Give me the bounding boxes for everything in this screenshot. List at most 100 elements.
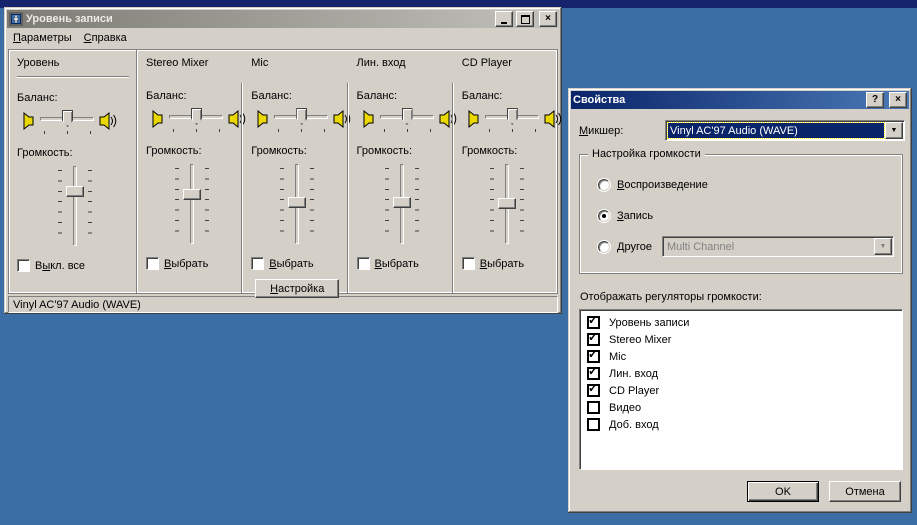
slider-ticks	[520, 168, 524, 241]
radio-label: Другое	[617, 241, 652, 253]
balance-control	[357, 106, 448, 132]
slider-ticks	[173, 129, 174, 132]
volume-track[interactable]	[73, 166, 77, 246]
item-checkbox[interactable]: ✓	[587, 401, 600, 414]
list-item[interactable]: ✓ Уровень записи	[580, 314, 902, 331]
ok-button[interactable]: OK	[747, 481, 819, 502]
divider	[17, 76, 129, 78]
status-bar: Vinyl AC'97 Audio (WAVE)	[8, 296, 558, 313]
radio-playback[interactable]	[598, 179, 610, 191]
item-checkbox[interactable]: ✓	[587, 384, 600, 397]
check-icon: ✓	[588, 364, 598, 378]
balance-slider[interactable]	[379, 106, 435, 132]
balance-slider[interactable]	[39, 108, 95, 134]
maximize-button[interactable]	[516, 11, 534, 27]
volume-slider[interactable]	[53, 165, 97, 247]
checkbox-label: Выбрать	[375, 258, 419, 270]
radio-recording[interactable]	[598, 210, 610, 222]
volume-control-icon	[9, 12, 23, 26]
configure-button[interactable]: Настройка	[255, 279, 339, 298]
item-checkbox[interactable]: ✓	[587, 367, 600, 380]
volume-label: Громкость:	[17, 147, 132, 160]
volume-thumb[interactable]	[183, 189, 201, 200]
list-item[interactable]: ✓ Лин. вход	[580, 365, 902, 382]
volume-slider[interactable]	[170, 163, 214, 245]
list-item[interactable]: ✓ Mic	[580, 348, 902, 365]
volume-label: Громкость:	[146, 145, 237, 158]
recording-window-titlebar[interactable]: Уровень записи ×	[7, 10, 559, 28]
item-checkbox[interactable]: ✓	[587, 418, 600, 431]
mixer-label: Микшер:	[579, 125, 661, 137]
checkbox-label: Выбрать	[269, 258, 313, 270]
volume-thumb[interactable]	[498, 198, 516, 209]
volume-slider[interactable]	[380, 163, 424, 245]
minimize-icon	[501, 22, 507, 24]
volume-thumb[interactable]	[393, 197, 411, 208]
item-label: Stereo Mixer	[609, 334, 671, 346]
item-label: Уровень записи	[609, 317, 689, 329]
help-icon: ?	[872, 95, 878, 105]
balance-thumb[interactable]	[402, 108, 413, 125]
select-checkbox[interactable]	[251, 257, 264, 270]
balance-thumb[interactable]	[507, 108, 518, 125]
mixer-selected-value: Vinyl AC'97 Audio (WAVE)	[668, 123, 884, 138]
channel-stereo-mixer: Stereo Mixer Баланс: Громкость:	[138, 50, 241, 293]
dialog-title: Свойства	[573, 94, 863, 106]
balance-thumb[interactable]	[191, 108, 202, 125]
radio-label: Запись	[617, 210, 653, 222]
slider-ticks	[489, 129, 490, 132]
menu-parameters[interactable]: Параметры	[7, 30, 78, 46]
minimize-button[interactable]	[495, 11, 513, 27]
volume-slider[interactable]	[275, 163, 319, 245]
list-item[interactable]: ✓ CD Player	[580, 382, 902, 399]
balance-control	[462, 106, 553, 132]
show-controls-label: Отображать регуляторы громкости:	[580, 291, 901, 304]
check-icon: ✓	[588, 381, 598, 395]
other-mixer-value: Multi Channel	[665, 239, 873, 254]
checkbox-label: Выбрать	[164, 258, 208, 270]
slider-ticks	[385, 168, 389, 241]
select-checkbox[interactable]	[357, 257, 370, 270]
slider-ticks	[280, 168, 284, 241]
recording-level-window: Уровень записи × Параметры Справка Урове…	[4, 7, 562, 314]
menu-help[interactable]: Справка	[78, 30, 133, 46]
help-button[interactable]: ?	[866, 92, 884, 108]
volume-thumb[interactable]	[288, 197, 306, 208]
volume-label: Громкость:	[462, 145, 553, 158]
list-item[interactable]: ✓ Stereo Mixer	[580, 331, 902, 348]
close-button[interactable]: ×	[539, 11, 557, 27]
select-checkbox[interactable]	[462, 257, 475, 270]
speaker-right-icon	[97, 111, 117, 131]
dropdown-button[interactable]: ▼	[885, 122, 903, 139]
volume-label: Громкость:	[251, 145, 342, 158]
item-label: Mic	[609, 351, 626, 363]
volume-track[interactable]	[190, 164, 194, 244]
mute-all-checkbox[interactable]	[17, 259, 30, 272]
cancel-button[interactable]: Отмена	[829, 481, 901, 502]
select-checkbox[interactable]	[146, 257, 159, 270]
radio-other[interactable]	[598, 241, 610, 253]
volume-thumb[interactable]	[66, 186, 84, 197]
channel-mic: Mic Баланс: Громкость:	[243, 50, 346, 293]
properties-titlebar[interactable]: Свойства ? ×	[571, 91, 909, 109]
balance-slider[interactable]	[484, 106, 540, 132]
slider-ticks	[58, 170, 62, 243]
mixer-combobox[interactable]: Vinyl AC'97 Audio (WAVE) ▼	[665, 120, 905, 141]
item-checkbox[interactable]: ✓	[587, 350, 600, 363]
item-checkbox[interactable]: ✓	[587, 316, 600, 329]
list-item[interactable]: ✓ Видео	[580, 399, 902, 416]
item-checkbox[interactable]: ✓	[587, 333, 600, 346]
close-button[interactable]: ×	[889, 92, 907, 108]
speaker-left-icon	[462, 109, 482, 129]
volume-slider[interactable]	[485, 163, 529, 245]
list-item[interactable]: ✓ Доб. вход	[580, 416, 902, 433]
balance-label: Баланс:	[462, 90, 553, 103]
balance-thumb[interactable]	[62, 110, 73, 127]
balance-slider[interactable]	[273, 106, 329, 132]
balance-slider[interactable]	[168, 106, 224, 132]
controls-listbox[interactable]: ✓ Уровень записи ✓ Stereo Mixer ✓ Mic ✓ …	[579, 309, 903, 470]
balance-control	[146, 106, 237, 132]
balance-thumb[interactable]	[296, 108, 307, 125]
maximize-icon	[521, 15, 530, 24]
chevron-down-icon: ▼	[891, 127, 898, 134]
